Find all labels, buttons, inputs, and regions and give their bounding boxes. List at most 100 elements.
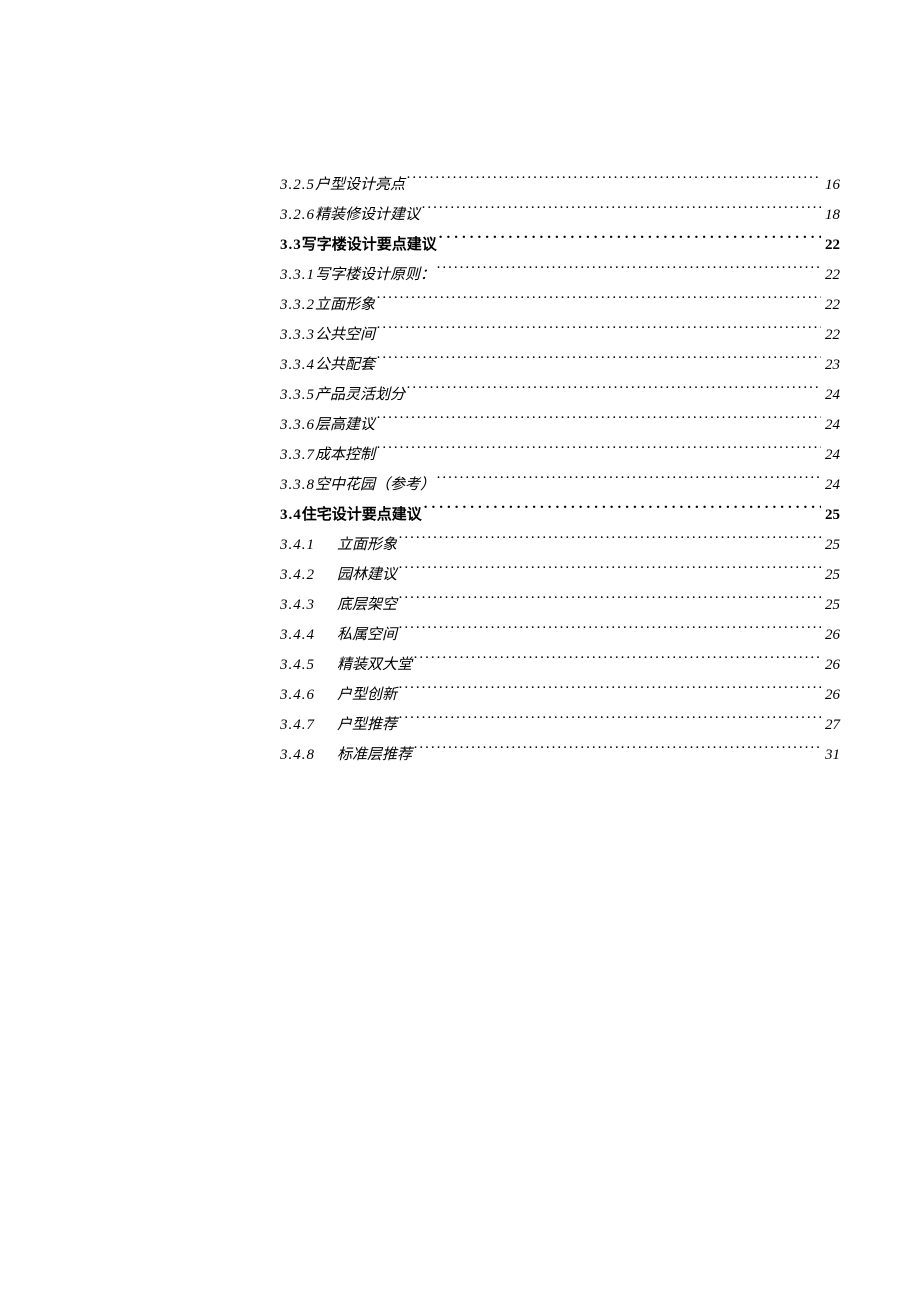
toc-entry-page: 24: [821, 380, 840, 410]
toc-entry: 3.4.6户型创新 26: [280, 680, 840, 710]
toc-entry: 3.2.6精装修设计建议 18: [280, 200, 840, 230]
toc-entry: 3.3.1写字楼设计原则： 22: [280, 260, 840, 290]
toc-entry-page: 26: [821, 650, 840, 680]
toc-entry-page: 22: [821, 290, 840, 320]
toc-entry: 3.4.1立面形象 25: [280, 530, 840, 560]
toc-entry-number: 3.4.8: [280, 740, 337, 770]
toc-entry-title: 户型设计亮点: [315, 170, 407, 200]
toc-entry-number: 3.2.6: [280, 200, 315, 230]
toc-entry: 3.4住宅设计要点建议 25: [280, 500, 840, 530]
toc-entry: 3.4.5精装双大堂 26: [280, 650, 840, 680]
toc-leader-dots: [399, 564, 821, 579]
toc-entry-title: 公共配套: [315, 350, 377, 380]
toc-leader-dots: [377, 324, 821, 339]
toc-entry-page: 24: [821, 410, 840, 440]
toc-entry: 3.3.4公共配套 23: [280, 350, 840, 380]
toc-entry-number: 3.4.2: [280, 560, 337, 590]
toc-leader-dots: [439, 234, 821, 249]
toc-entry: 3.4.3底层架空 25: [280, 590, 840, 620]
toc-entry-title: 层高建议: [315, 410, 377, 440]
toc-entry: 3.3.2立面形象 22: [280, 290, 840, 320]
toc-entry: 3.3.6层高建议 24: [280, 410, 840, 440]
toc-leader-dots: [422, 204, 821, 219]
toc-leader-dots: [437, 474, 821, 489]
toc-entry-page: 18: [821, 200, 840, 230]
toc-entry-page: 26: [821, 680, 840, 710]
toc-entry-title: 住宅设计要点建议: [302, 500, 424, 530]
toc-entry-number: 3.3.4: [280, 350, 315, 380]
toc-entry-page: 25: [821, 590, 840, 620]
toc-entry: 3.3.8空中花园（参考） 24: [280, 470, 840, 500]
toc-leader-dots: [377, 294, 821, 309]
toc-entry-number: 3.4.1: [280, 530, 337, 560]
toc-entry-number: 3.4.3: [280, 590, 337, 620]
toc-entry-title: 立面形象: [315, 290, 377, 320]
toc-entry-page: 27: [821, 710, 840, 740]
toc-entry-page: 24: [821, 470, 840, 500]
toc-entry: 3.4.7户型推荐 27: [280, 710, 840, 740]
toc-leader-dots: [399, 714, 821, 729]
toc-leader-dots: [377, 414, 821, 429]
toc-entry-page: 26: [821, 620, 840, 650]
toc-entry-title: 园林建议: [337, 560, 399, 590]
toc-leader-dots: [399, 624, 821, 639]
toc-entry: 3.3.7成本控制24: [280, 440, 840, 470]
toc-entry-number: 3.4.7: [280, 710, 337, 740]
toc-entry-page: 25: [821, 500, 840, 530]
toc-leader-dots: [399, 684, 821, 699]
toc-entry-page: 25: [821, 530, 840, 560]
toc-entry: 3.3写字楼设计要点建议 22: [280, 230, 840, 260]
toc-entry-title: 写字楼设计要点建议: [302, 230, 439, 260]
toc-leader-dots: [377, 444, 821, 459]
toc-entry-number: 3.3: [280, 230, 302, 260]
toc-entry-number: 3.3.1: [280, 260, 315, 290]
toc-entry-page: 31: [821, 740, 840, 770]
toc-entry-page: 22: [821, 320, 840, 350]
toc-entry-number: 3.4: [280, 500, 302, 530]
toc-entry: 3.3.3公共空间 22: [280, 320, 840, 350]
toc-entry-number: 3.3.8: [280, 470, 315, 500]
toc-entry-number: 3.3.3: [280, 320, 315, 350]
toc-entry: 3.4.2园林建议 25: [280, 560, 840, 590]
toc-entry-title: 写字楼设计原则：: [315, 260, 437, 290]
toc-entry-number: 3.3.7: [280, 440, 315, 470]
toc-entry: 3.3.5产品灵活划分 24: [280, 380, 840, 410]
toc-entry-page: 22: [821, 230, 840, 260]
toc-entry-title: 公共空间: [315, 320, 377, 350]
toc-leader-dots: [399, 594, 821, 609]
toc-entry-title: 户型推荐: [337, 710, 399, 740]
toc-entry-title: 产品灵活划分: [315, 380, 407, 410]
toc-entry-title: 底层架空: [337, 590, 399, 620]
toc-leader-dots: [424, 504, 821, 519]
toc-entry-page: 24: [821, 440, 840, 470]
toc-entry-title: 空中花园（参考）: [315, 470, 437, 500]
toc-leader-dots: [407, 174, 821, 189]
toc-entry-title: 标准层推荐: [337, 740, 414, 770]
table-of-contents: 3.2.5户型设计亮点 163.2.6精装修设计建议183.3写字楼设计要点建议…: [280, 170, 840, 770]
toc-entry-number: 3.4.4: [280, 620, 337, 650]
toc-entry: 3.4.8标准层推荐 31: [280, 740, 840, 770]
toc-leader-dots: [414, 654, 821, 669]
toc-entry-number: 3.4.6: [280, 680, 337, 710]
toc-leader-dots: [377, 354, 821, 369]
toc-leader-dots: [414, 744, 821, 759]
toc-entry-page: 23: [821, 350, 840, 380]
toc-entry-title: 精装双大堂: [337, 650, 414, 680]
toc-entry: 3.4.4私属空间 26: [280, 620, 840, 650]
toc-entry-number: 3.3.2: [280, 290, 315, 320]
toc-entry-number: 3.2.5: [280, 170, 315, 200]
toc-leader-dots: [407, 384, 821, 399]
toc-entry-number: 3.4.5: [280, 650, 337, 680]
toc-entry-title: 立面形象: [337, 530, 399, 560]
toc-leader-dots: [437, 264, 821, 279]
document-page: 3.2.5户型设计亮点 163.2.6精装修设计建议183.3写字楼设计要点建议…: [0, 0, 920, 1302]
toc-entry-title: 户型创新: [337, 680, 399, 710]
toc-entry-title: 私属空间: [337, 620, 399, 650]
toc-leader-dots: [399, 534, 821, 549]
toc-entry: 3.2.5户型设计亮点 16: [280, 170, 840, 200]
toc-entry-page: 25: [821, 560, 840, 590]
toc-entry-number: 3.3.5: [280, 380, 315, 410]
toc-entry-title: 精装修设计建议: [315, 200, 422, 230]
toc-entry-number: 3.3.6: [280, 410, 315, 440]
toc-entry-page: 22: [821, 260, 840, 290]
